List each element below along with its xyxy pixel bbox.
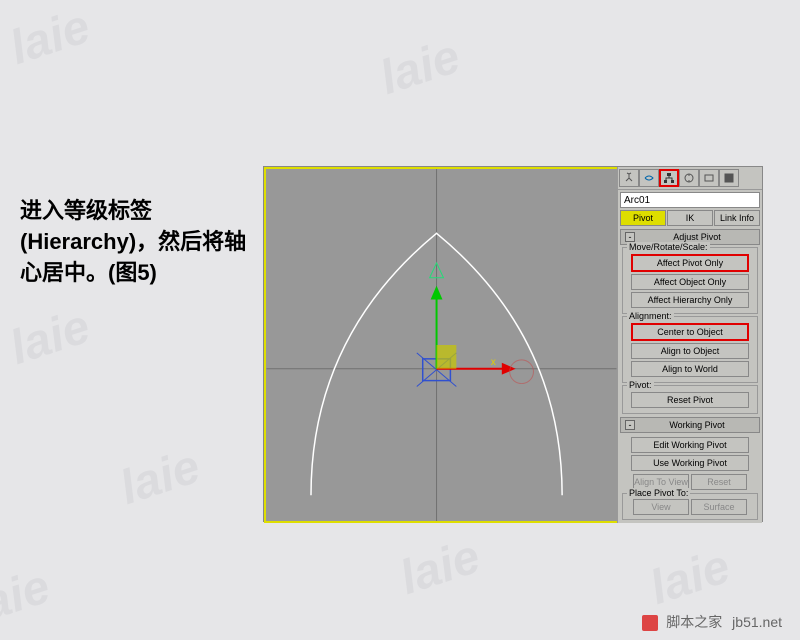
watermark: laie [0, 559, 57, 636]
ik-subtab[interactable]: IK [667, 210, 713, 226]
display-tab-icon[interactable] [699, 169, 719, 187]
group-label: Pivot: [627, 380, 654, 390]
place-surface-button[interactable]: Surface [691, 499, 747, 515]
viewport-canvas: x [266, 169, 617, 521]
footer-icon [642, 615, 658, 631]
create-tab-icon[interactable] [619, 169, 639, 187]
affect-object-only-button[interactable]: Affect Object Only [631, 274, 749, 290]
watermark: laie [3, 299, 96, 376]
watermark: laie [3, 0, 96, 76]
modify-tab-icon[interactable] [639, 169, 659, 187]
move-rotate-scale-group: Move/Rotate/Scale: Affect Pivot Only Aff… [622, 247, 758, 314]
align-to-world-button[interactable]: Align to World [631, 361, 749, 377]
affect-pivot-only-button[interactable]: Affect Pivot Only [631, 254, 749, 272]
rollout-label: Adjust Pivot [639, 232, 755, 242]
alignment-group: Alignment: Center to Object Align to Obj… [622, 316, 758, 383]
watermark: laie [393, 529, 486, 606]
footer-url: jb51.net [732, 614, 782, 630]
linkinfo-subtab[interactable]: Link Info [714, 210, 760, 226]
motion-tab-icon[interactable] [679, 169, 699, 187]
reset-pivot-button[interactable]: Reset Pivot [631, 392, 749, 408]
panel-tabs [618, 167, 762, 190]
svg-text:x: x [491, 357, 496, 368]
rollout-label: Working Pivot [639, 420, 755, 430]
watermark: laie [113, 439, 206, 516]
pivot-group: Pivot: Reset Pivot [622, 385, 758, 414]
hierarchy-subtabs: Pivot IK Link Info [620, 210, 760, 226]
group-label: Move/Rotate/Scale: [627, 242, 710, 252]
minus-icon: - [625, 232, 635, 242]
place-view-button[interactable]: View [633, 499, 689, 515]
group-label: Place Pivot To: [627, 488, 690, 498]
command-panel: Arc01 Pivot IK Link Info -Adjust Pivot M… [617, 167, 762, 523]
affect-hierarchy-only-button[interactable]: Affect Hierarchy Only [631, 292, 749, 308]
pivot-subtab[interactable]: Pivot [620, 210, 666, 226]
instruction-text: 进入等级标签 (Hierarchy)，然后将轴心居中。(图5) [20, 196, 250, 288]
object-name-field[interactable]: Arc01 [620, 192, 760, 208]
group-label: Alignment: [627, 311, 674, 321]
minus-icon: - [625, 420, 635, 430]
app-window: x Arc01 Pivot IK Link Info -Adjust Pivot… [263, 166, 763, 522]
utilities-tab-icon[interactable] [719, 169, 739, 187]
use-working-pivot-button[interactable]: Use Working Pivot [631, 455, 749, 471]
reset-working-button[interactable]: Reset [691, 474, 747, 490]
align-to-object-button[interactable]: Align to Object [631, 343, 749, 359]
center-to-object-button[interactable]: Center to Object [631, 323, 749, 341]
footer-attribution: 脚本之家 jb51.net [642, 612, 782, 632]
watermark: laie [373, 29, 466, 106]
footer-name: 脚本之家 [666, 614, 722, 630]
edit-working-pivot-button[interactable]: Edit Working Pivot [631, 437, 749, 453]
viewport[interactable]: x [264, 167, 618, 523]
working-pivot-rollout[interactable]: -Working Pivot [620, 417, 760, 433]
watermark: laie [643, 539, 736, 616]
hierarchy-tab-icon[interactable] [659, 169, 679, 187]
place-pivot-group: Place Pivot To: View Surface [622, 493, 758, 520]
